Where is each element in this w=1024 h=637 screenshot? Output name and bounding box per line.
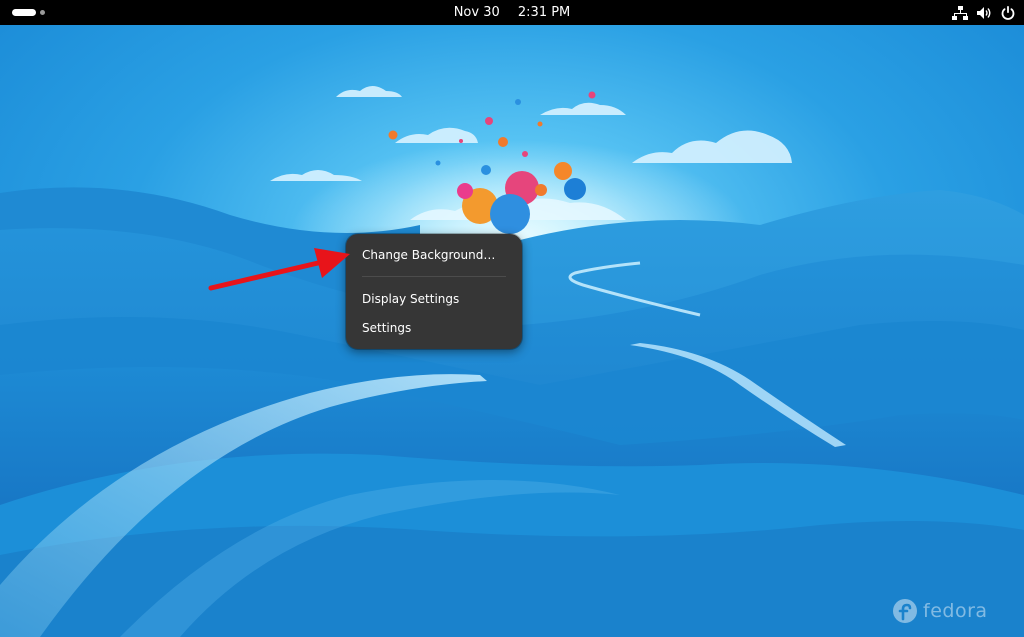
network-wired-icon [952,5,968,20]
menu-separator [362,276,506,277]
clock-button[interactable]: Nov 30 2:31 PM [0,0,1024,25]
system-tray[interactable] [952,0,1016,25]
top-bar: Nov 30 2:31 PM [0,0,1024,25]
display-settings-menu-item[interactable]: Display Settings [352,286,516,312]
desktop-context-menu: Change Background… Display Settings Sett… [346,234,522,349]
volume-icon [977,6,991,19]
fedora-icon [893,599,917,623]
clock-date: Nov 30 [453,5,500,20]
settings-menu-item[interactable]: Settings [352,315,516,341]
power-icon [1001,5,1015,20]
fedora-wordmark: fedora [923,600,988,622]
fedora-logo: fedora [892,598,988,624]
change-background-menu-item[interactable]: Change Background… [352,242,516,268]
clock-time: 2:31 PM [517,5,571,20]
